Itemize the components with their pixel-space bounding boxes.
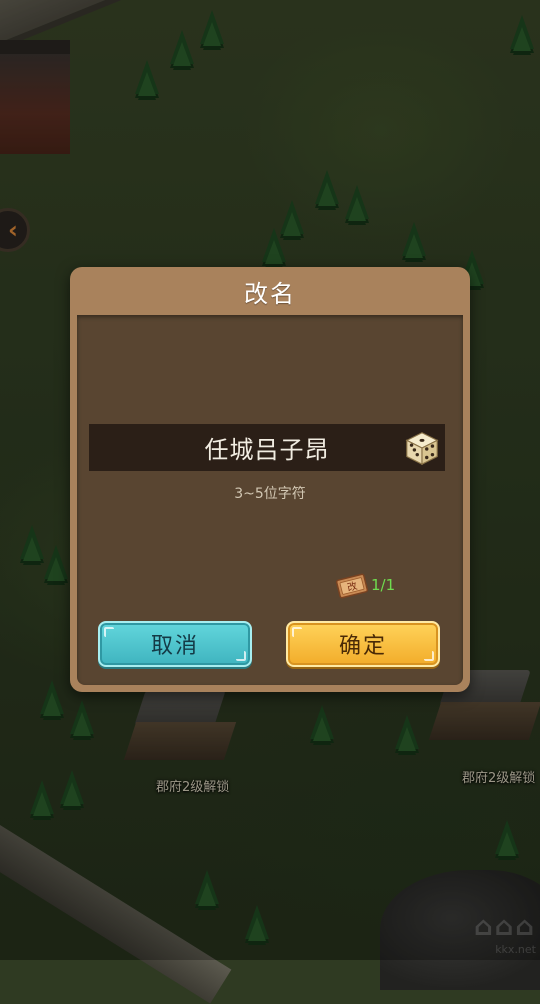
dialog-body: 任城吕子昂 3~5位字符 改 1/1 取消 确定: [77, 315, 463, 685]
name-input[interactable]: 任城吕子昂: [89, 424, 445, 471]
name-input-value[interactable]: 任城吕子昂: [89, 424, 445, 471]
rename-ticket-icon: 改: [335, 573, 369, 599]
ticket-count: 1/1: [371, 576, 396, 594]
cancel-button-label: 取消: [150, 634, 199, 659]
dice-icon[interactable]: [403, 429, 441, 467]
cancel-button[interactable]: 取消: [98, 621, 252, 667]
confirm-button-label: 确定: [338, 634, 387, 659]
name-length-hint: 3~5位字符: [234, 486, 306, 502]
rename-dialog: 改名 任城吕子昂 3~5位字符 改 1/1 取消 确定: [70, 267, 470, 692]
confirm-button[interactable]: 确定: [286, 621, 440, 667]
dialog-title: 改名: [244, 279, 296, 308]
